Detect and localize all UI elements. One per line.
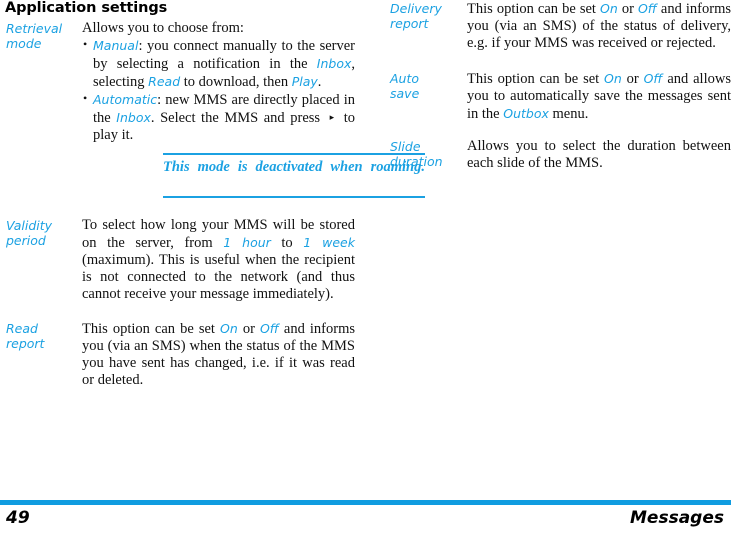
footer-page-number: 49	[6, 508, 30, 528]
read-report-text-or: or	[237, 321, 260, 337]
ui-term-inbox-2: Inbox	[116, 110, 151, 125]
setting-row-validity-period: Validity period To select how long your …	[0, 217, 355, 303]
manual-page: Application settings Retrieval mode Allo…	[0, 0, 731, 533]
setting-description-delivery-report: This option can be set On or Off and inf…	[467, 0, 731, 52]
setting-label-auto-save: Auto save	[385, 70, 467, 101]
setting-label-validity-period: Validity period	[0, 217, 82, 248]
ui-term-on: On	[600, 1, 618, 16]
setting-description-validity-period: To select how long your MMS will be stor…	[82, 217, 355, 303]
ui-term-automatic: Automatic	[93, 92, 158, 107]
label-line-2: duration	[390, 154, 443, 169]
auto-save-paragraph: This option can be set On or Off and all…	[467, 70, 731, 123]
ui-term-read: Read	[148, 74, 181, 89]
label-line-2: report	[6, 336, 45, 351]
setting-description-slide-duration: Allows you to select the duration betwee…	[467, 138, 731, 172]
ui-term-play: Play	[291, 74, 318, 89]
read-report-paragraph: This option can be set On or Off and inf…	[82, 320, 355, 389]
ui-term-manual: Manual	[93, 38, 139, 53]
validity-text-end: (maximum). This is useful when the recip…	[82, 252, 355, 302]
label-line-1: Retrieval	[6, 21, 63, 36]
right-column: Delivery report This option can be set O…	[385, 0, 731, 182]
retrieval-lead-text: Allows you to choose from:	[82, 20, 244, 36]
ui-term-on: On	[220, 321, 238, 336]
ui-term-off: Off	[637, 1, 657, 16]
ui-term-inbox: Inbox	[316, 56, 352, 71]
list-item-manual: Manual: you connect manually to the serv…	[82, 36, 355, 91]
play-key-icon: ▸	[329, 112, 335, 122]
label-line-1: Auto	[390, 71, 420, 86]
slide-duration-paragraph: Allows you to select the duration betwee…	[467, 138, 731, 171]
label-line-2: period	[6, 233, 46, 248]
setting-label-slide-duration: Slide duration	[385, 138, 467, 169]
setting-description-auto-save: This option can be set On or Off and all…	[467, 70, 731, 123]
setting-label-read-report: Read report	[0, 320, 82, 351]
delivery-text-start: This option can be set	[467, 1, 601, 17]
setting-label-retrieval-mode: Retrieval mode	[0, 20, 82, 51]
setting-row-delivery-report: Delivery report This option can be set O…	[385, 0, 731, 52]
label-line-1: Delivery	[390, 1, 442, 16]
label-line-2: mode	[6, 36, 42, 51]
label-line-2: report	[390, 16, 429, 31]
manual-text-mid-2: to download, then	[180, 74, 292, 90]
manual-text-end: .	[317, 74, 322, 90]
setting-description-retrieval-mode: Allows you to choose from: Manual: you c…	[82, 20, 425, 198]
label-line-1: Slide	[390, 139, 421, 154]
left-column: Retrieval mode Allows you to choose from…	[0, 20, 425, 399]
ui-term-outbox: Outbox	[503, 106, 549, 121]
auto-save-text-or: or	[621, 71, 644, 87]
label-line-1: Read	[6, 321, 38, 336]
footer-divider	[0, 500, 731, 505]
read-report-text-start: This option can be set	[82, 321, 221, 337]
footer-section-name: Messages	[630, 508, 724, 528]
automatic-text-mid: . Select the MMS and press	[150, 110, 326, 126]
setting-row-slide-duration: Slide duration Allows you to select the …	[385, 138, 731, 172]
setting-row-retrieval-mode: Retrieval mode Allows you to choose from…	[0, 20, 425, 198]
auto-save-text-end: menu.	[548, 106, 589, 122]
label-line-1: Validity	[6, 218, 53, 233]
ui-term-on: On	[604, 71, 622, 86]
ui-term-one-week: 1 week	[303, 235, 355, 250]
ui-term-off: Off	[259, 321, 279, 336]
ui-term-off: Off	[643, 71, 663, 86]
retrieval-option-list: Manual: you connect manually to the serv…	[82, 36, 355, 144]
setting-row-auto-save: Auto save This option can be set On or O…	[385, 70, 731, 123]
setting-label-delivery-report: Delivery report	[385, 0, 467, 31]
validity-paragraph: To select how long your MMS will be stor…	[82, 217, 355, 303]
setting-description-read-report: This option can be set On or Off and inf…	[82, 320, 355, 389]
auto-save-text-start: This option can be set	[467, 71, 605, 87]
page-title: Application settings	[5, 0, 168, 16]
delivery-report-paragraph: This option can be set On or Off and inf…	[467, 0, 731, 52]
setting-row-read-report: Read report This option can be set On or…	[0, 320, 355, 389]
validity-text-mid: to	[270, 235, 304, 251]
list-item-automatic: Automatic: new MMS are directly placed i…	[82, 90, 355, 144]
ui-term-one-hour: 1 hour	[223, 235, 271, 250]
label-line-2: save	[390, 86, 420, 101]
delivery-text-or: or	[617, 1, 638, 17]
